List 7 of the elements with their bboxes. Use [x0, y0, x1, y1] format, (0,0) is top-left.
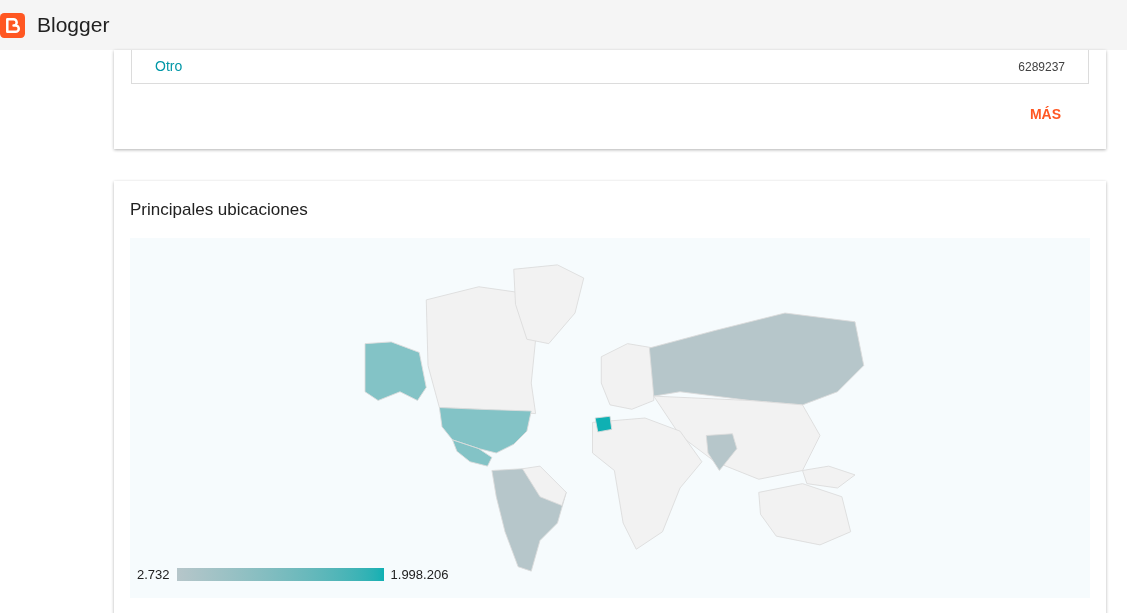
legend-max-label: 1.998.206 — [390, 566, 449, 584]
app-title: Blogger — [37, 12, 110, 39]
card-title: Principales ubicaciones — [130, 199, 309, 221]
source-link[interactable]: Otro — [155, 56, 183, 77]
more-button[interactable]: MÁS — [1017, 98, 1073, 131]
source-count: 6289237 — [1018, 58, 1065, 76]
legend-min-label: 2.732 — [137, 566, 170, 584]
